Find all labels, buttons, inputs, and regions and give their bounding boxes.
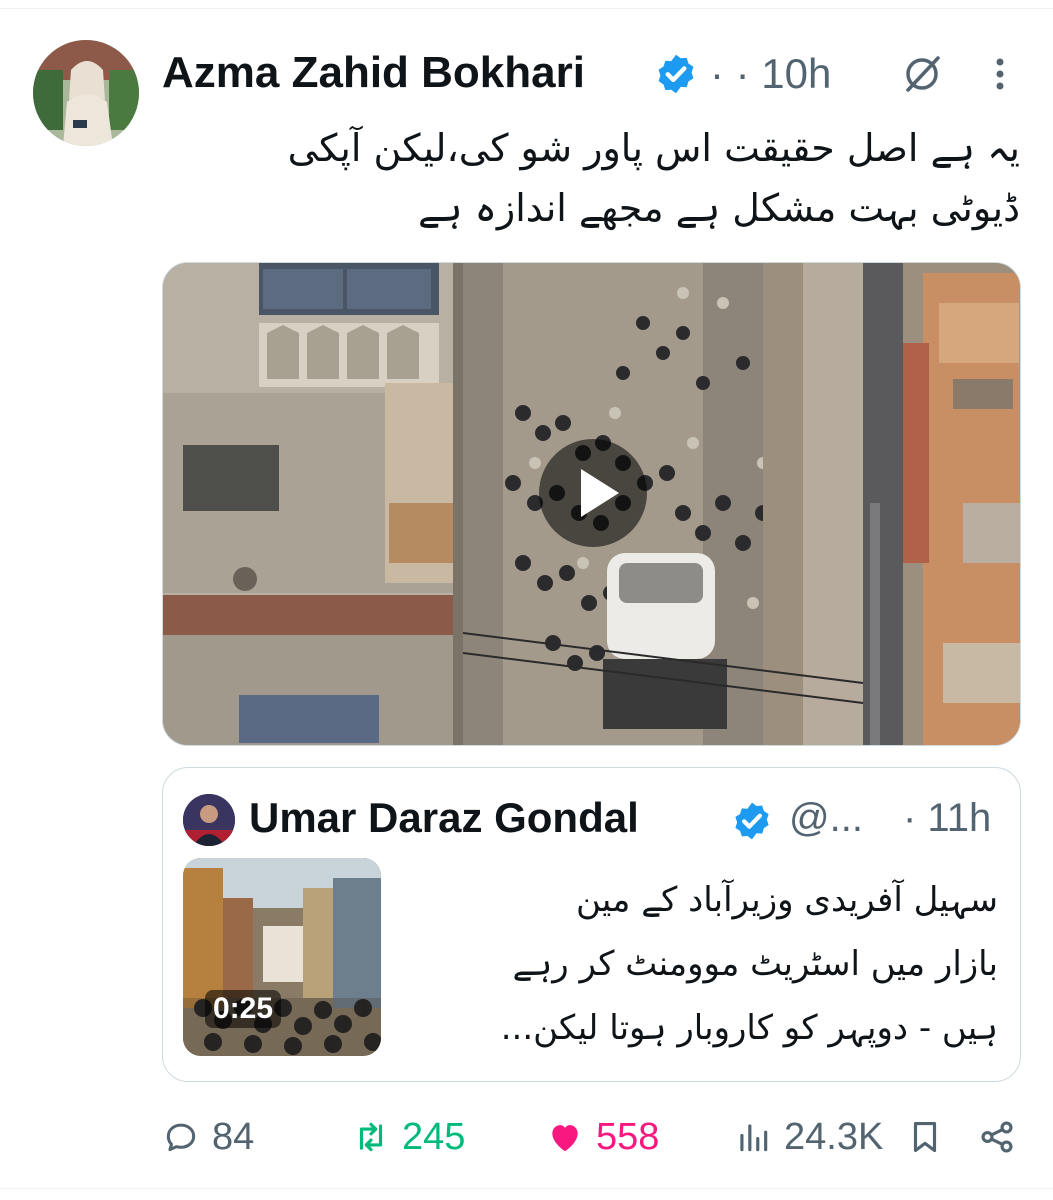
repost-count: 245 (402, 1115, 466, 1158)
bookmark-icon (913, 1121, 937, 1153)
like-count: 558 (596, 1115, 660, 1158)
quoted-text-line: ہیں - دوپہر کو کاروبار ہوتا لیکن... (500, 1008, 998, 1048)
bottom-divider (0, 1188, 1053, 1189)
bookmark-button[interactable] (906, 1112, 956, 1162)
video-player[interactable] (162, 262, 1021, 746)
post-header: Azma Zahid Bokhari · · 10h (162, 44, 1022, 104)
quoted-post-text: سہیل آفریدی وزیرآباد کے مین بازار میں اس… (398, 868, 998, 1060)
like-icon (552, 1125, 578, 1152)
reply-count: 84 (212, 1115, 255, 1158)
quoted-post[interactable]: Umar Daraz Gondal @... · 11h 0:25 سہیل آ… (162, 767, 1021, 1082)
more-vertical-icon[interactable] (994, 54, 1006, 94)
quoted-author-avatar[interactable] (183, 794, 235, 846)
quoted-author-handle: @... (789, 796, 863, 840)
top-divider (0, 8, 1053, 9)
author-avatar[interactable] (33, 40, 139, 146)
views-count: 24.3K (784, 1115, 884, 1158)
verified-badge-icon (658, 54, 694, 94)
author-name[interactable]: Azma Zahid Bokhari (162, 48, 585, 98)
quoted-text-line: بازار میں اسٹریٹ موومنٹ کر رہے (512, 944, 998, 984)
post-actions: 84 245 558 24.3K (162, 1112, 1022, 1162)
video-duration-badge: 0:25 (205, 990, 282, 1028)
quoted-timestamp: · 11h (903, 796, 992, 840)
quoted-author-name[interactable]: Umar Daraz Gondal (249, 794, 639, 842)
post-text-line: یہ ہے اصل حقیقت اس پاور شو کی،لیکن آپکی (287, 126, 1020, 170)
grok-icon[interactable] (902, 54, 942, 94)
author-avatar-image (33, 40, 139, 146)
repost-button[interactable]: 245 (352, 1112, 465, 1162)
like-button[interactable]: 558 (546, 1112, 659, 1162)
views-icon (740, 1124, 768, 1152)
quoted-author-avatar-image (183, 794, 235, 846)
quoted-video-thumbnail[interactable]: 0:25 (183, 858, 381, 1056)
play-icon (581, 469, 619, 517)
play-button[interactable] (539, 439, 647, 547)
reply-icon (166, 1123, 196, 1152)
reply-button[interactable]: 84 (162, 1112, 254, 1162)
post-timestamp[interactable]: · · 10h (710, 50, 831, 98)
post-text: یہ ہے اصل حقیقت اس پاور شو کی،لیکن آپکی … (160, 118, 1020, 238)
repost-icon (359, 1122, 383, 1152)
post-text-line: ڈیوٹی بہت مشکل ہے مجھے اندازہ ہے (417, 186, 1020, 230)
share-button[interactable] (978, 1112, 1028, 1162)
quoted-text-line: سہیل آفریدی وزیرآباد کے مین (576, 880, 998, 920)
verified-badge-icon (735, 802, 769, 840)
views-button[interactable]: 24.3K (734, 1112, 883, 1162)
share-icon (981, 1121, 1013, 1153)
